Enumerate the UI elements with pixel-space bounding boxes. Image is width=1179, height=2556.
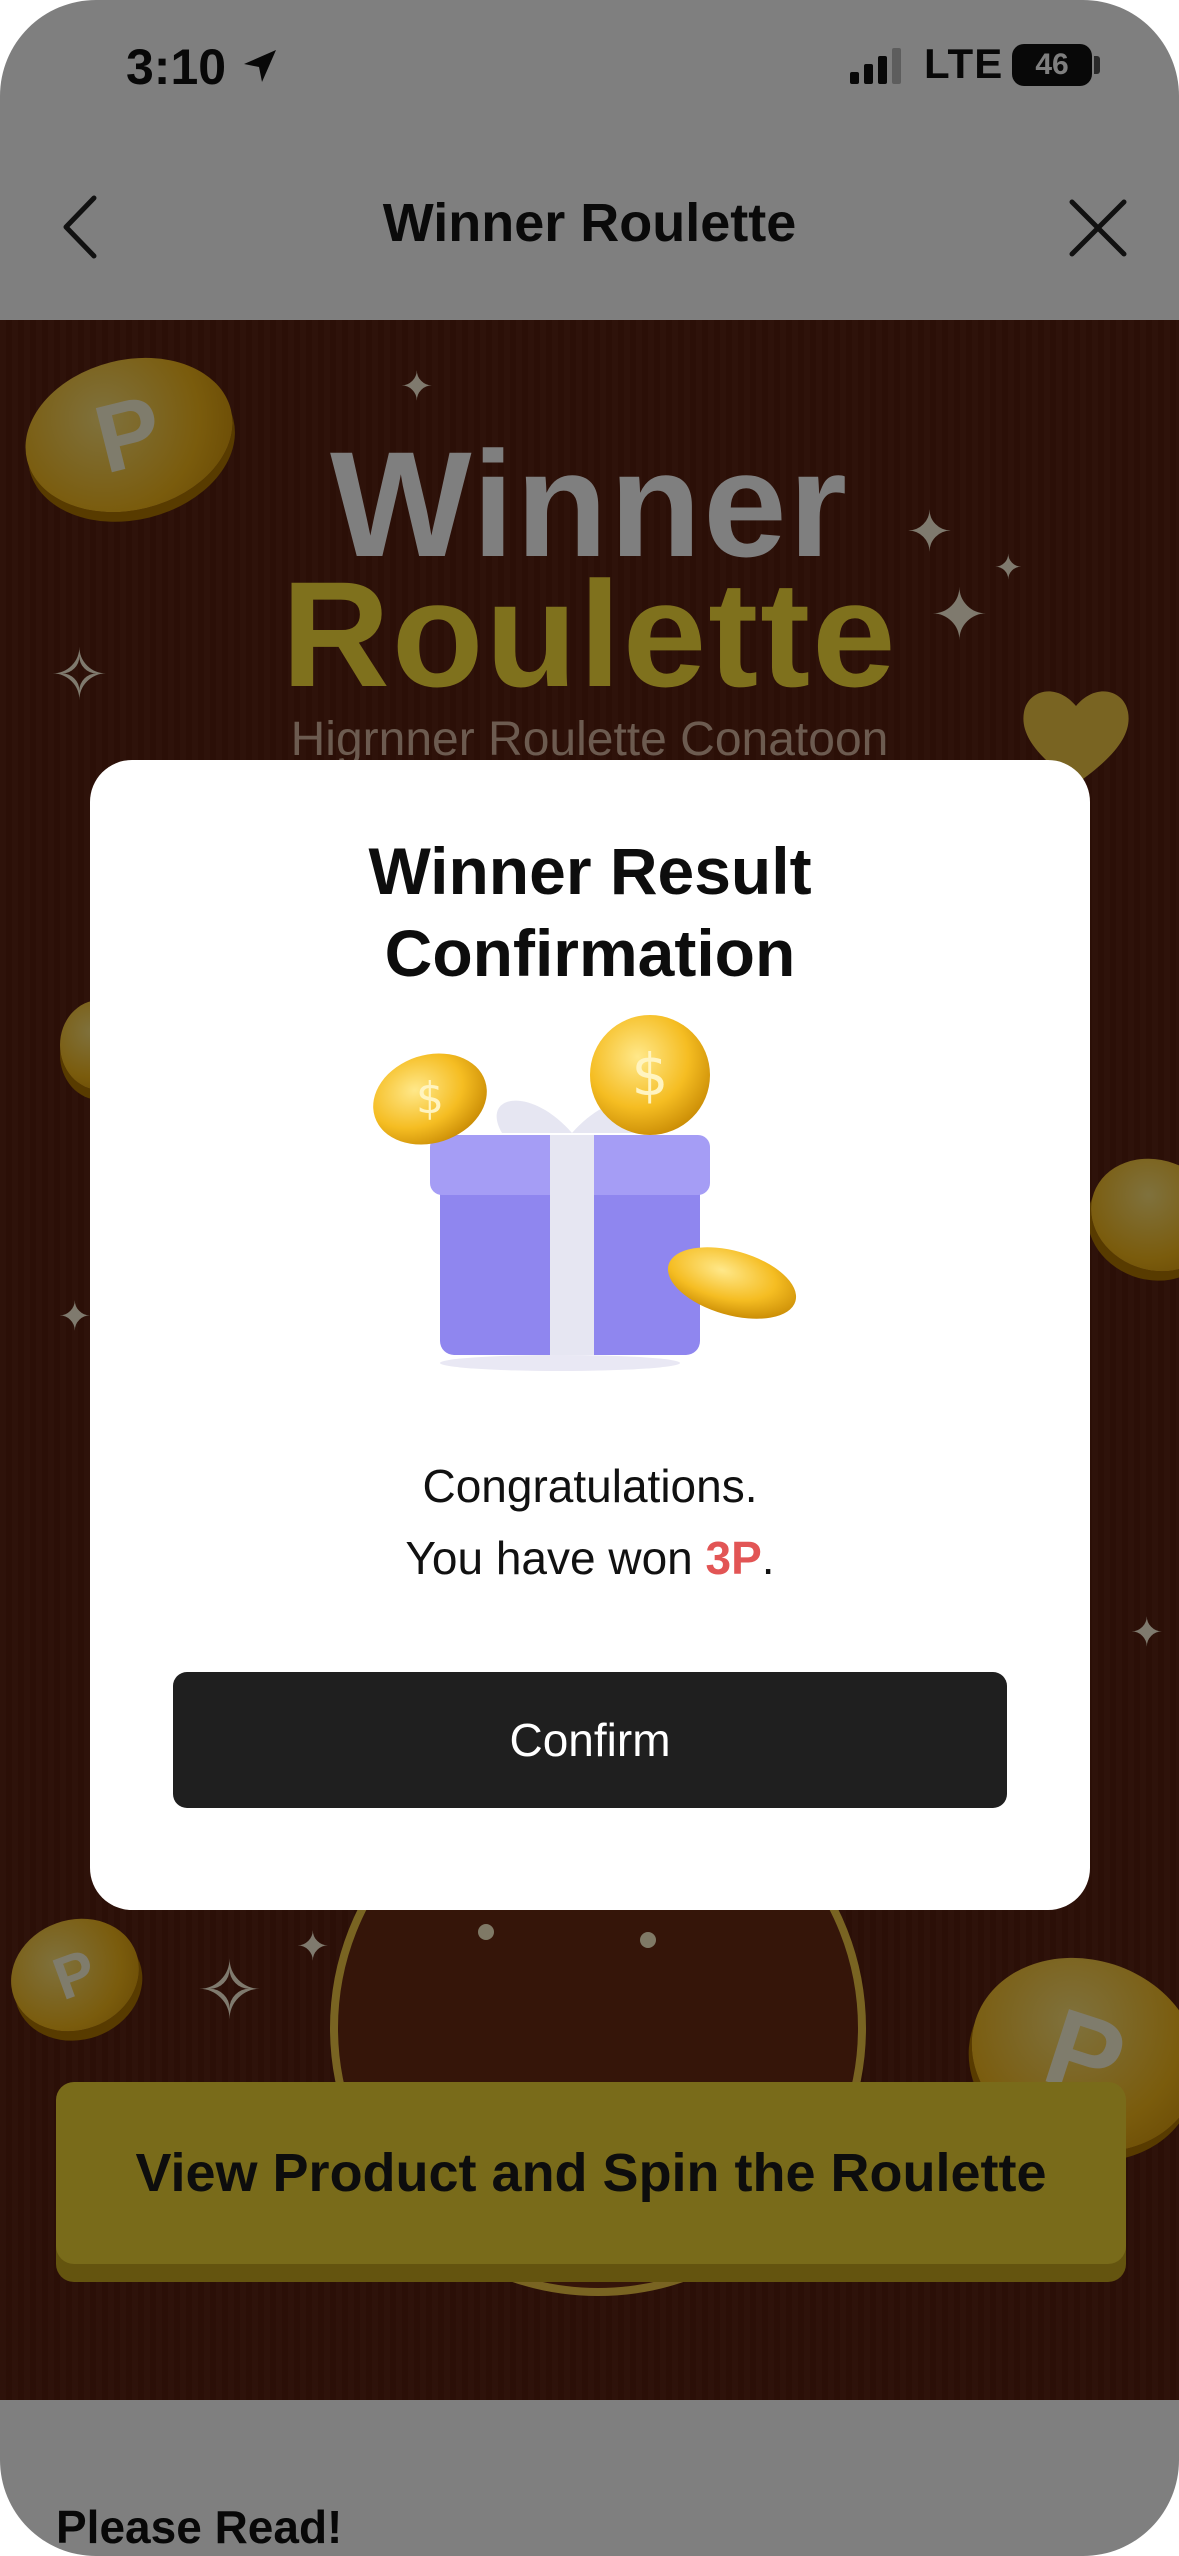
- gift-box-icon: $ $: [373, 1015, 797, 1371]
- result-message: Congratulations. You have won 3P.: [90, 1450, 1090, 1594]
- modal-title-text: Winner Result Confirmation: [368, 834, 812, 990]
- won-amount: 3P: [705, 1532, 762, 1584]
- svg-text:$: $: [632, 1041, 669, 1109]
- confirm-button[interactable]: Confirm: [173, 1672, 1007, 1808]
- confirm-label: Confirm: [509, 1714, 671, 1766]
- message-line1: Congratulations.: [422, 1460, 758, 1512]
- message-line2: You have won 3P.: [90, 1522, 1090, 1594]
- svg-text:$: $: [416, 1073, 444, 1124]
- winner-result-modal: Winner Result Confirmation $ $ Congratul…: [90, 760, 1090, 1910]
- message-suffix: .: [761, 1532, 775, 1584]
- phone-screen: 3:10 LTE 46 Winner Roulette P: [0, 0, 1179, 2556]
- message-prefix: You have won: [405, 1532, 706, 1584]
- modal-title: Winner Result Confirmation: [90, 830, 1090, 994]
